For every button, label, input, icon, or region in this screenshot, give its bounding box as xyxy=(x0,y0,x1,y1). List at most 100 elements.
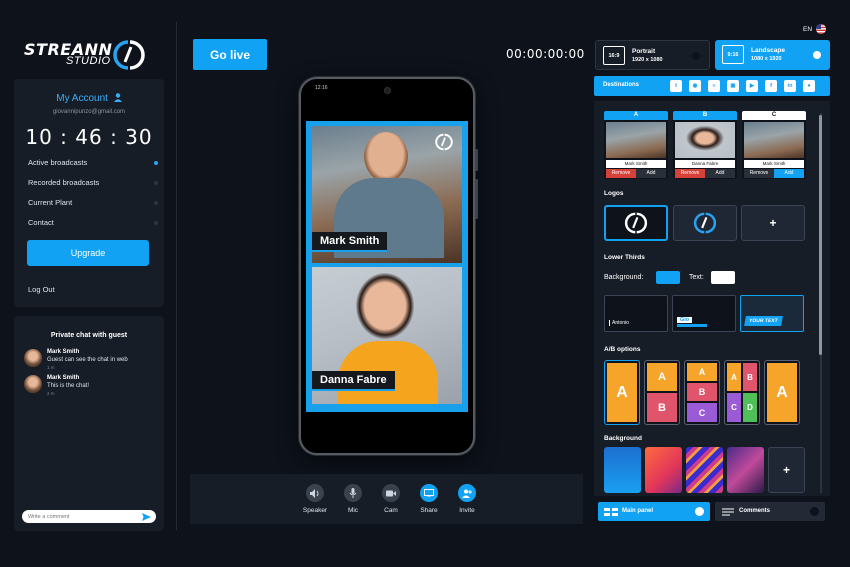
indicator xyxy=(154,200,158,205)
add-guest-button[interactable]: Add xyxy=(705,169,735,178)
menu-label: Recorded broadcasts xyxy=(28,178,100,187)
generic-icon[interactable]: ● xyxy=(803,80,815,92)
twitch-icon[interactable]: t xyxy=(670,80,682,92)
phone-status-time: 12:16 xyxy=(315,85,328,91)
add-background-button[interactable]: + xyxy=(768,447,805,493)
user-icon xyxy=(113,93,122,102)
guest-thumbnail xyxy=(744,122,804,158)
layout-cell: B xyxy=(647,393,677,422)
logo-option-white[interactable] xyxy=(604,205,668,241)
rtmp-icon[interactable]: ≡ xyxy=(708,80,720,92)
comment-input[interactable] xyxy=(28,510,138,523)
radio-indicator xyxy=(695,507,704,516)
menu-current-plant[interactable]: Current Plant xyxy=(28,198,158,207)
ab-layout-3[interactable]: A B C xyxy=(684,360,720,425)
mic-button[interactable]: Mic xyxy=(336,484,370,514)
ab-layout-5[interactable]: A xyxy=(764,360,800,425)
menu-recorded-broadcasts[interactable]: Recorded broadcasts xyxy=(28,178,158,187)
guest-slot-c: C Mark Smith Remove Add xyxy=(742,111,806,179)
layout-cell: D xyxy=(743,393,757,422)
remove-guest-button[interactable]: Remove xyxy=(675,169,705,178)
orientation-size: 1080 x 1920 xyxy=(751,56,782,62)
remove-guest-button[interactable]: Remove xyxy=(744,169,774,178)
add-guest-button[interactable]: Add xyxy=(774,169,804,178)
flag-us-icon xyxy=(816,24,827,34)
destinations-bar: Destinations t ◉ ≡ ▣ ▶ f in ● xyxy=(594,76,830,96)
layout-cell: B xyxy=(743,363,757,391)
logo-white-icon xyxy=(624,212,648,234)
message-time: 2 m xyxy=(47,391,55,396)
invite-button[interactable]: Invite xyxy=(450,484,484,514)
control-label: Speaker xyxy=(302,507,328,514)
lower-third-name: Mark Smith xyxy=(312,232,388,252)
go-live-button[interactable]: Go live xyxy=(193,39,267,70)
speaker-button[interactable]: Speaker xyxy=(298,484,332,514)
scrollbar-thumb[interactable] xyxy=(819,115,822,355)
send-icon[interactable] xyxy=(142,513,151,521)
background-option-waves[interactable] xyxy=(686,447,723,493)
guest-slot-label: A xyxy=(604,111,668,120)
guest-thumbnail xyxy=(675,122,735,158)
landscape-option[interactable]: 9:16 Landscape 1080 x 1920 xyxy=(715,40,830,70)
youtube-icon[interactable]: ▶ xyxy=(746,80,758,92)
chat-title: Private chat with guest xyxy=(50,332,128,339)
phone-camera xyxy=(384,87,391,94)
periscope-icon[interactable]: ◉ xyxy=(689,80,701,92)
logout-link[interactable]: Log Out xyxy=(28,285,55,294)
share-button[interactable]: Share xyxy=(412,484,446,514)
menu-label: Active broadcasts xyxy=(28,158,88,167)
plus-icon: + xyxy=(769,216,777,230)
menu-label: Current Plant xyxy=(28,198,73,207)
style-sample-text: Gio xyxy=(677,317,693,323)
menu-active-broadcasts[interactable]: Active broadcasts xyxy=(28,158,158,167)
lower-third-name: Danna Fabre xyxy=(312,371,395,391)
logo-option-color[interactable] xyxy=(673,205,737,241)
language-selector[interactable]: EN xyxy=(803,24,827,34)
guest-thumbnail xyxy=(606,122,666,158)
radio-indicator xyxy=(692,52,700,60)
guest-name: Danna Fabre xyxy=(675,160,735,168)
logos-section-title: Logos xyxy=(604,190,624,197)
lower-third-style-1[interactable]: Antonio xyxy=(604,295,668,332)
add-guest-button[interactable]: Add xyxy=(636,169,666,178)
message-text: Guest can see the chat in web xyxy=(47,357,128,363)
layout-cell: B xyxy=(687,383,717,401)
comments-icon xyxy=(722,508,734,516)
background-option-sunset[interactable] xyxy=(645,447,682,493)
linkedin-icon[interactable]: in xyxy=(784,80,796,92)
comments-tab[interactable]: Comments xyxy=(715,502,825,521)
divider xyxy=(176,22,177,530)
ab-layout-2[interactable]: A B xyxy=(644,360,680,425)
avatar xyxy=(24,375,42,393)
control-label: Share xyxy=(420,507,438,514)
add-logo-button[interactable]: + xyxy=(741,205,805,241)
text-color-swatch[interactable] xyxy=(711,271,735,284)
tab-label: Comments xyxy=(739,508,771,514)
my-account-link[interactable]: My Account xyxy=(14,93,164,104)
cam-button[interactable]: Cam xyxy=(374,484,408,514)
background-color-swatch[interactable] xyxy=(656,271,680,284)
menu-contact[interactable]: Contact xyxy=(28,218,158,227)
style-sample-text: YOUR TEXT xyxy=(744,316,783,326)
ab-layout-1[interactable]: A xyxy=(604,360,640,425)
message-author: Mark Smith xyxy=(47,375,80,381)
remove-guest-button[interactable]: Remove xyxy=(606,169,636,178)
panel-icon xyxy=(604,508,618,516)
upgrade-button[interactable]: Upgrade xyxy=(27,240,149,266)
logo-color-icon xyxy=(693,212,717,234)
background-option-purple[interactable] xyxy=(727,447,764,493)
control-label: Invite xyxy=(459,507,475,514)
lower-third-style-2[interactable]: Gio xyxy=(672,295,736,332)
main-panel-tab[interactable]: Main panel xyxy=(598,502,710,521)
destinations-label: Destinations xyxy=(603,82,640,88)
control-label: Cam xyxy=(384,507,398,514)
lower-third-style-3[interactable]: YOUR TEXT xyxy=(740,295,804,332)
facebook-icon[interactable]: f xyxy=(765,80,777,92)
custom-icon[interactable]: ▣ xyxy=(727,80,739,92)
portrait-option[interactable]: 16:9 Portrait 1920 x 1080 xyxy=(595,40,710,70)
indicator xyxy=(154,180,158,185)
background-option-blue[interactable] xyxy=(604,447,641,493)
layout-cell: A xyxy=(767,363,797,422)
ab-layout-4[interactable]: A B C D xyxy=(724,360,760,425)
account-panel: My Account giovannipunzo@gmail.com 10 : … xyxy=(14,79,164,307)
